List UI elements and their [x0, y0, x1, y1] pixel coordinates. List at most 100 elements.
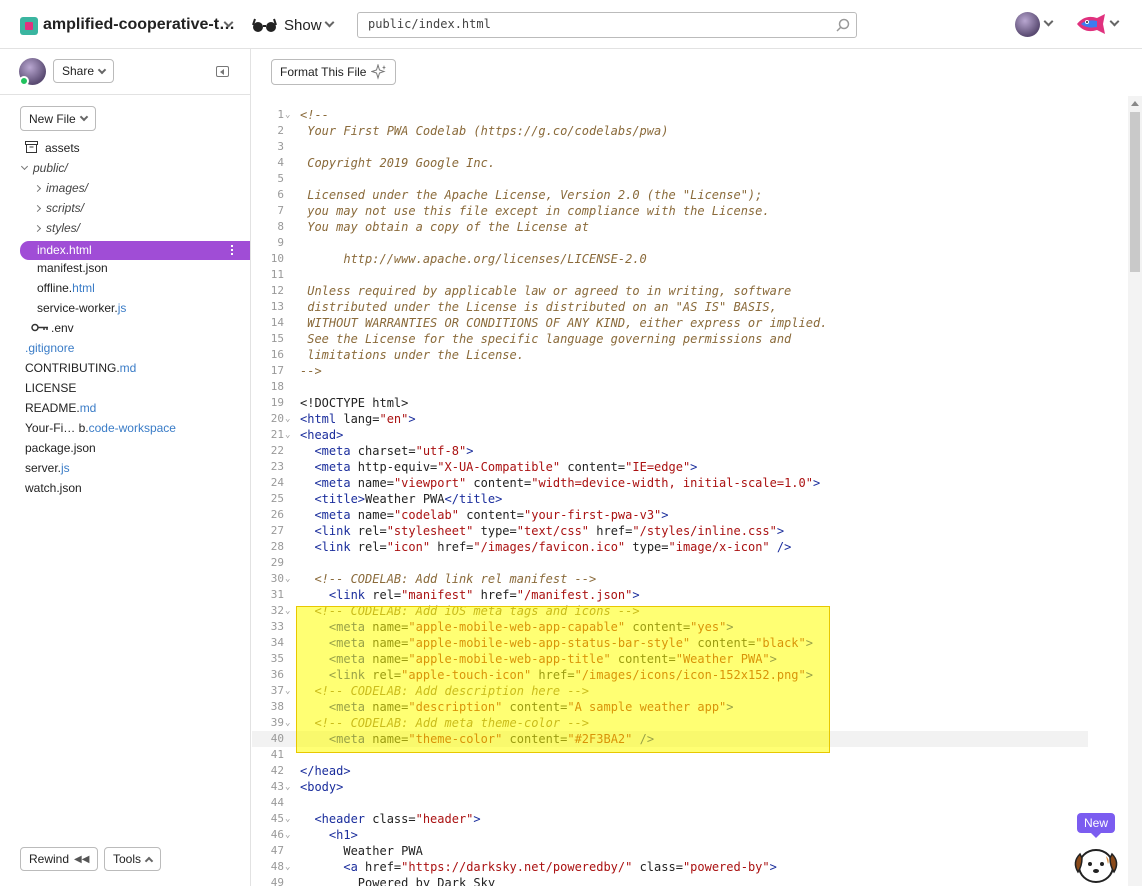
- fold-chevron-icon[interactable]: ⌄: [285, 715, 290, 731]
- code-line[interactable]: http://www.apache.org/licenses/LICENSE-2…: [300, 251, 646, 267]
- fold-chevron-icon[interactable]: ⌄: [285, 411, 290, 427]
- code-line[interactable]: </head>: [300, 763, 351, 779]
- code-line[interactable]: <meta http-equiv="X-UA-Compatible" conte…: [300, 459, 697, 475]
- new-file-button[interactable]: New File: [20, 106, 96, 131]
- code-line[interactable]: <html lang="en">: [300, 411, 416, 427]
- code-line[interactable]: <link rel="icon" href="/images/favicon.i…: [300, 539, 791, 555]
- code-line[interactable]: -->: [300, 363, 322, 379]
- code-line[interactable]: <h1>: [300, 827, 358, 843]
- code-token: "icon": [386, 540, 431, 554]
- code-line[interactable]: <!-- CODELAB: Add description here -->: [300, 683, 589, 699]
- more-options-icon[interactable]: [231, 245, 234, 256]
- fold-chevron-icon[interactable]: ⌄: [285, 859, 290, 875]
- chevron-right-icon[interactable]: [33, 184, 42, 193]
- code-line[interactable]: <a href="https://darksky.net/poweredby/"…: [300, 859, 777, 875]
- code-line[interactable]: <meta name="description" content="A samp…: [300, 699, 734, 715]
- file-item[interactable]: assets: [25, 139, 80, 157]
- dog-mascot-icon[interactable]: [1070, 840, 1126, 886]
- code-line[interactable]: Your First PWA Codelab (https://g.co/cod…: [300, 123, 668, 139]
- scrollbar-thumb[interactable]: [1130, 112, 1140, 272]
- code-line[interactable]: <meta charset="utf-8">: [300, 443, 473, 459]
- code-line[interactable]: <link rel="apple-touch-icon" href="/imag…: [300, 667, 813, 683]
- glasses-icon[interactable]: [251, 17, 279, 33]
- share-button[interactable]: Share: [53, 59, 115, 83]
- file-item[interactable]: service-worker.js: [37, 299, 126, 317]
- chevron-right-icon[interactable]: [33, 204, 42, 213]
- glitch-logo-icon[interactable]: [1075, 12, 1107, 36]
- fold-chevron-icon[interactable]: ⌄: [285, 571, 290, 587]
- folder-item[interactable]: styles/: [33, 219, 80, 237]
- code-line[interactable]: <meta name="apple-mobile-web-app-title" …: [300, 651, 777, 667]
- file-item-selected[interactable]: index.html: [20, 241, 250, 260]
- chevron-down-icon[interactable]: [324, 17, 335, 28]
- code-line[interactable]: WITHOUT WARRANTIES OR CONDITIONS OF ANY …: [300, 315, 827, 331]
- code-line[interactable]: limitations under the License.: [300, 347, 524, 363]
- code-line[interactable]: <body>: [300, 779, 343, 795]
- fold-chevron-icon[interactable]: ⌄: [285, 427, 290, 443]
- code-line[interactable]: <head>: [300, 427, 343, 443]
- fold-chevron-icon[interactable]: ⌄: [285, 603, 290, 619]
- file-item[interactable]: watch.json: [25, 479, 82, 497]
- code-line[interactable]: distributed under the License is distrib…: [300, 299, 777, 315]
- chevron-down-icon[interactable]: [1109, 16, 1120, 27]
- file-item[interactable]: CONTRIBUTING.md: [25, 359, 136, 377]
- code-line[interactable]: <meta name="apple-mobile-web-app-capable…: [300, 619, 734, 635]
- code-line[interactable]: See the License for the specific languag…: [300, 331, 791, 347]
- code-line[interactable]: <!DOCTYPE html>: [300, 395, 408, 411]
- code-line[interactable]: you may not use this file except in comp…: [300, 203, 769, 219]
- file-item[interactable]: LICENSE: [25, 379, 76, 397]
- code-line[interactable]: Copyright 2019 Google Inc.: [300, 155, 495, 171]
- code-line[interactable]: <!-- CODELAB: Add link rel manifest -->: [300, 571, 596, 587]
- folder-item[interactable]: scripts/: [33, 199, 84, 217]
- project-name[interactable]: amplified-cooperative-t…: [43, 16, 235, 34]
- chevron-down-icon[interactable]: [20, 162, 29, 171]
- chevron-right-icon[interactable]: [33, 224, 42, 233]
- file-item[interactable]: offline.html: [37, 279, 95, 297]
- fold-chevron-icon[interactable]: ⌄: [285, 683, 290, 699]
- code-line[interactable]: Licensed under the Apache License, Versi…: [300, 187, 762, 203]
- tools-button[interactable]: Tools: [104, 847, 162, 871]
- code-line[interactable]: <meta name="codelab" content="your-first…: [300, 507, 668, 523]
- code-line[interactable]: <title>Weather PWA</title>: [300, 491, 502, 507]
- chevron-down-icon[interactable]: [1043, 16, 1054, 27]
- search-icon[interactable]: [836, 18, 850, 32]
- fold-chevron-icon[interactable]: ⌄: [285, 827, 290, 843]
- folder-item[interactable]: images/: [33, 179, 88, 197]
- code-line[interactable]: Powered by Dark Sky: [300, 875, 495, 886]
- code-line[interactable]: <header class="header">: [300, 811, 480, 827]
- collapse-sidebar-icon[interactable]: [216, 66, 229, 77]
- user-avatar[interactable]: [1015, 12, 1040, 37]
- file-path-input[interactable]: [368, 17, 828, 31]
- project-icon[interactable]: [20, 17, 38, 35]
- format-file-button[interactable]: Format This File: [271, 59, 397, 85]
- code-line[interactable]: <link rel="stylesheet" type="text/css" h…: [300, 523, 784, 539]
- show-button[interactable]: Show: [284, 17, 322, 34]
- code-line[interactable]: <link rel="manifest" href="/manifest.jso…: [300, 587, 640, 603]
- line-number: 27: [270, 524, 284, 537]
- code-line[interactable]: You may obtain a copy of the License at: [300, 219, 589, 235]
- code-line[interactable]: <!-- CODELAB: Add meta theme-color -->: [300, 715, 589, 731]
- rewind-button[interactable]: Rewind ◀◀: [20, 847, 99, 871]
- code-line[interactable]: Weather PWA: [300, 843, 422, 859]
- file-item[interactable]: manifest.json: [37, 259, 108, 277]
- new-badge[interactable]: New: [1077, 813, 1116, 838]
- code-editor[interactable]: 1 ⌄ <!-- 2 Your First PWA Codelab (https://…: [252, 96, 1128, 886]
- code-line[interactable]: <meta name="viewport" content="width=dev…: [300, 475, 820, 491]
- file-item[interactable]: server.js: [25, 459, 70, 477]
- scroll-up-icon[interactable]: [1131, 101, 1139, 106]
- code-line[interactable]: <meta name="apple-mobile-web-app-status-…: [300, 635, 813, 651]
- file-item[interactable]: package.json: [25, 439, 96, 457]
- file-item[interactable]: .env: [31, 319, 74, 337]
- code-line[interactable]: <meta name="theme-color" content="#2F3BA…: [300, 731, 654, 747]
- code-line[interactable]: Unless required by applicable law or agr…: [300, 283, 791, 299]
- file-item[interactable]: .gitignore: [25, 339, 74, 357]
- code-line[interactable]: <!-- CODELAB: Add iOS meta tags and icon…: [300, 603, 639, 619]
- code-line[interactable]: <!--: [300, 107, 329, 123]
- file-search-box[interactable]: [357, 12, 857, 38]
- fold-chevron-icon[interactable]: ⌄: [285, 779, 290, 795]
- fold-chevron-icon[interactable]: ⌄: [285, 811, 290, 827]
- file-item[interactable]: Your-Fi… b.code-workspace: [25, 419, 176, 437]
- file-item[interactable]: README.md: [25, 399, 96, 417]
- fold-chevron-icon[interactable]: ⌄: [285, 107, 290, 123]
- folder-item[interactable]: public/: [20, 159, 68, 177]
